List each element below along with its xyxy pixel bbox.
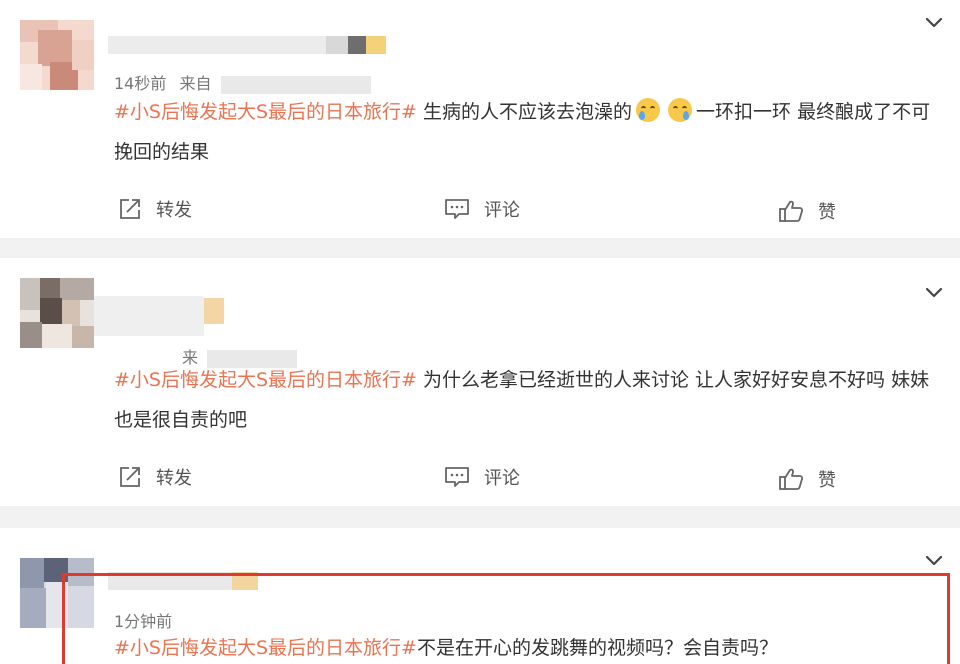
like-button[interactable]: 赞: [778, 466, 836, 492]
like-label: 赞: [818, 470, 836, 491]
post-meta: 14秒前 来自: [114, 70, 371, 94]
highlight-box: [62, 573, 950, 664]
comment-icon: [444, 465, 470, 489]
username-blur[interactable]: [108, 36, 326, 54]
avatar[interactable]: [20, 278, 94, 348]
topic-link[interactable]: #小S后悔发起大S最后的日本旅行#: [114, 369, 417, 391]
badge-blur: [348, 36, 366, 54]
comment-icon: [444, 197, 470, 221]
username-blur[interactable]: [94, 296, 204, 336]
comment-button[interactable]: 评论: [444, 464, 520, 490]
post-card: 14秒前 来自 #小S后悔发起大S最后的日本旅行# 生病的人不应该去泡澡的 一环扣…: [0, 0, 960, 238]
username-blur: [326, 36, 348, 54]
post-text: 生病的人不应该去泡澡的: [423, 101, 633, 123]
chevron-down-icon[interactable]: [924, 550, 944, 570]
comment-button[interactable]: 评论: [444, 196, 520, 222]
post-content: #小S后悔发起大S最后的日本旅行# 生病的人不应该去泡澡的 一环扣一环 最终酿成了…: [114, 92, 934, 172]
chevron-down-icon[interactable]: [924, 282, 944, 302]
crying-face-icon: [636, 98, 661, 122]
repost-button[interactable]: 转发: [118, 196, 192, 222]
source-blur: [220, 75, 371, 94]
post-content: #小S后悔发起大S最后的日本旅行# 为什么老拿已经逝世的人来讨论 让人家好好安息…: [114, 360, 934, 440]
repost-button[interactable]: 转发: [118, 464, 192, 490]
crying-face-icon: [668, 98, 693, 122]
avatar[interactable]: [20, 20, 94, 90]
post-source-label: 来自: [179, 74, 212, 93]
like-label: 赞: [818, 202, 836, 223]
repost-label: 转发: [156, 200, 192, 221]
badge-blur: [366, 36, 386, 54]
badge-blur: [204, 298, 224, 324]
post-time: 14秒前: [114, 74, 167, 93]
comment-label: 评论: [484, 200, 520, 221]
repost-icon: [118, 465, 142, 489]
topic-link[interactable]: #小S后悔发起大S最后的日本旅行#: [114, 101, 417, 123]
comment-label: 评论: [484, 468, 520, 489]
post-card: 来 #小S后悔发起大S最后的日本旅行# 为什么老拿已经逝世的人来讨论 让人家好好…: [0, 258, 960, 506]
chevron-down-icon[interactable]: [924, 12, 944, 32]
like-button[interactable]: 赞: [778, 198, 836, 224]
thumbs-up-icon: [778, 467, 804, 491]
thumbs-up-icon: [778, 199, 804, 223]
repost-label: 转发: [156, 468, 192, 489]
repost-icon: [118, 197, 142, 221]
